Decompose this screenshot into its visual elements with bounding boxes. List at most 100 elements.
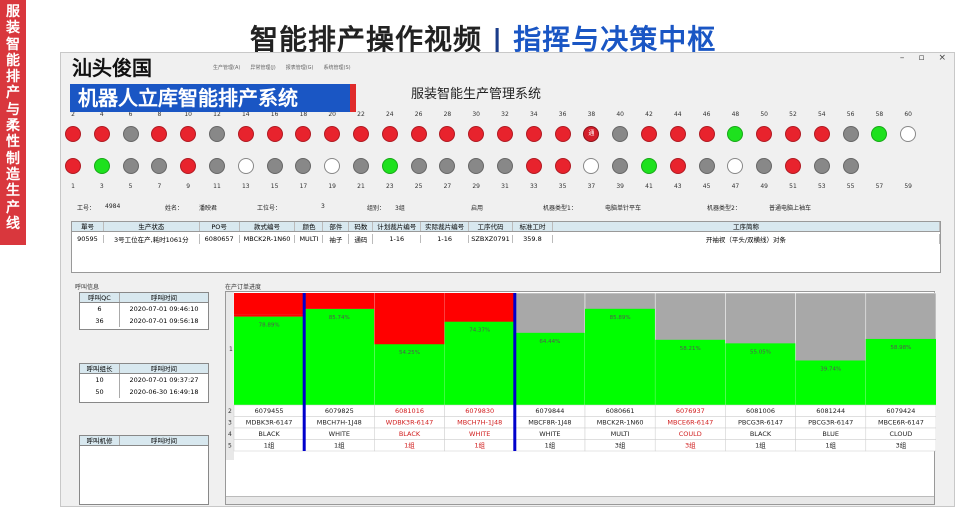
station-lamp[interactable] [237,126,254,142]
station-lamp[interactable] [93,126,110,142]
station-lamp[interactable] [381,126,398,142]
station-number: 44 [673,111,682,118]
station-number: 60 [904,111,913,118]
menu-production[interactable]: 生产管理(A) [213,64,240,71]
station-lamp[interactable] [439,158,456,174]
station-lamp[interactable] [353,158,369,174]
station-lamp[interactable] [65,126,81,142]
order-divider [513,293,517,451]
station-lamp[interactable] [209,126,225,142]
station-lamp[interactable] [727,158,744,174]
station-lamp[interactable] [669,158,686,174]
station-lamp[interactable] [353,126,369,142]
station-number: 36 [558,111,567,118]
close-icon[interactable]: × [938,53,946,63]
station-lamp[interactable] [468,126,485,142]
horizontal-scrollbar[interactable] [226,496,934,504]
station-lamp[interactable] [785,126,801,142]
station-lamp[interactable] [583,158,600,174]
station-number: 57 [875,183,884,190]
station-lamp[interactable] [497,158,513,174]
station-lamp[interactable] [813,158,830,174]
station-lamp[interactable] [842,158,859,174]
station-lamp[interactable] [151,158,168,174]
station-lamp[interactable] [669,126,686,142]
table-cell: 1-16 [421,235,470,243]
station-lamp[interactable] [525,126,542,142]
menu-exception[interactable]: 异常管理(J) [250,64,275,71]
station-lamp[interactable] [266,158,283,174]
station-lamp[interactable] [151,126,168,142]
station-lamp[interactable] [785,158,801,174]
station-lamp[interactable] [900,126,917,142]
minimize-icon[interactable]: – [900,53,905,63]
station-number: 29 [472,183,481,190]
station-lamp[interactable] [93,158,110,174]
order-po: 6079825 [325,407,354,415]
station-lamp[interactable] [295,158,312,174]
station-number: 53 [817,183,826,190]
station-lamp[interactable] [237,158,254,174]
station-lamp[interactable] [468,158,485,174]
column-header: 计划裁片编号 [373,222,422,231]
station-lamp[interactable] [612,126,629,142]
bar-percent-label: 85.89% [610,315,631,321]
station-lamp[interactable] [842,126,859,142]
station-lamp[interactable] [756,158,773,174]
station-lamp[interactable] [641,126,657,142]
call-time-header: 呼叫时间 [151,294,177,302]
bar-urgent [234,314,305,317]
station-number: 21 [357,183,365,190]
table-row[interactable]: 36 2020-07-01 09:56:18 [80,315,208,327]
station-lamp[interactable] [641,158,657,174]
station-lamp[interactable] [439,126,456,142]
station-lamp[interactable] [410,158,427,174]
order-group: 1组 [334,441,345,450]
station-number: 35 [558,183,567,190]
call-leader-time: 2020-06-30 16:49:18 [129,388,199,396]
station-lamp[interactable] [554,158,571,174]
table-row[interactable]: 50 2020-06-30 16:49:18 [80,386,208,398]
station-lamp[interactable] [698,126,715,142]
station-lamp[interactable] [266,126,283,142]
table-row[interactable]: 6 2020-07-01 09:46:10 [80,303,208,315]
station-number: 47 [731,183,740,190]
menu-system[interactable]: 系统管理(S) [324,64,351,71]
station-number: 34 [529,111,538,118]
station-lamp[interactable] [813,126,830,142]
column-header: 部件 [323,222,350,231]
menu-report[interactable]: 报表管理(G) [286,64,314,71]
station-lamp[interactable] [497,126,513,142]
station-lamp[interactable] [122,126,139,142]
station-lamp[interactable] [324,126,341,142]
bar-percent-label: 58.98% [890,345,911,351]
maximize-icon[interactable]: ▫ [918,53,924,63]
bar-done [234,316,305,405]
station-lamp[interactable] [381,158,398,174]
station-lamp[interactable]: 通 [583,126,600,142]
station-lamp[interactable] [209,158,225,174]
station-lamp[interactable] [180,158,197,174]
station-lamp[interactable] [525,158,542,174]
station-lamp[interactable] [295,126,312,142]
station-lamp[interactable] [871,126,888,142]
station-lamp[interactable] [612,158,629,174]
station-lamp[interactable] [554,126,571,142]
station-lamp[interactable] [727,126,744,142]
station-lamp[interactable] [698,158,715,174]
station-lamp[interactable] [180,126,197,142]
station-lamp[interactable] [756,126,773,142]
table-row[interactable]: 10 2020-07-01 09:37:27 [80,374,208,386]
progress-label: 在产订单进度 [225,284,262,291]
order-po: 6079830 [465,407,494,415]
order-style: MDBK3R-6147 [246,419,293,427]
station-lamp[interactable] [410,126,427,142]
station-lamp[interactable] [324,158,341,174]
bar-done [585,308,656,405]
station-lamp[interactable] [65,158,81,174]
table-row[interactable]: 90595 3号工位在产,耗时1061分 6080657 MBCK2R-1N60 MUL… [72,232,940,246]
order-style: MBCE6R-6147 [878,419,924,427]
company-name: 汕头俊国 [72,56,152,80]
call-mechanic-header: 呼叫机修 [80,436,120,445]
station-lamp[interactable] [122,158,139,174]
